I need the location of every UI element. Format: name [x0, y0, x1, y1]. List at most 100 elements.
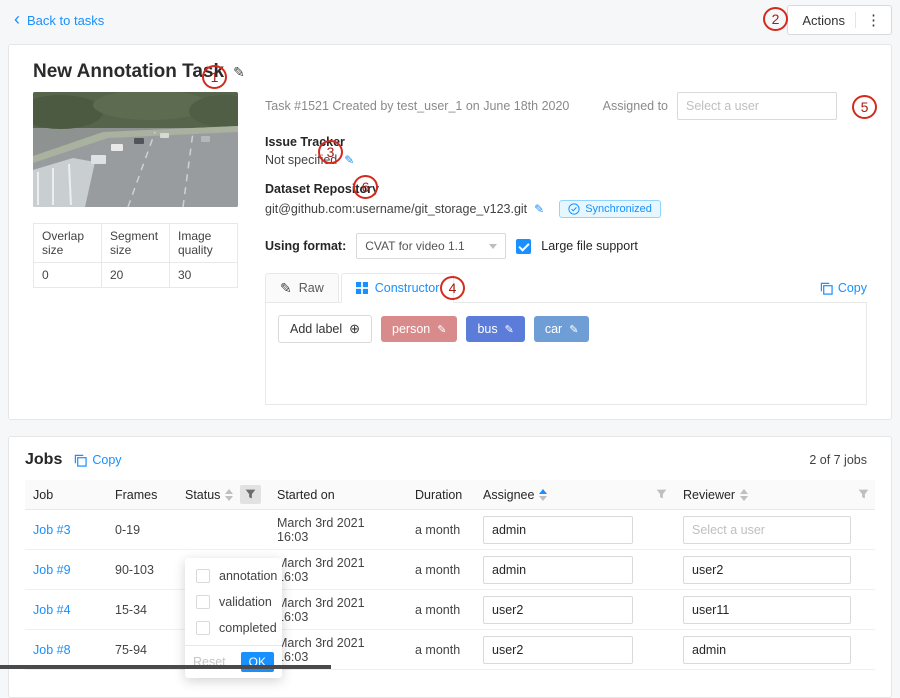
label-tag-car[interactable]: car ✎: [534, 316, 590, 342]
duration-cell: a month: [407, 603, 475, 617]
label-tag-person[interactable]: person ✎: [381, 316, 457, 342]
assignee-input[interactable]: [483, 596, 633, 624]
started-cell: March 3rd 2021 16:03: [269, 636, 407, 664]
param-header-overlap: Overlap size: [34, 224, 102, 263]
frames-cell: 0-19: [107, 523, 177, 537]
callout-2: 2: [763, 7, 788, 31]
filter-reviewer-icon[interactable]: [858, 489, 869, 500]
plus-circle-icon: ⊕: [349, 321, 360, 337]
assignee-input[interactable]: [483, 556, 633, 584]
frames-cell: 90-103: [107, 563, 177, 577]
filter-checkbox-annotation[interactable]: [196, 569, 210, 583]
task-assignee-select[interactable]: [677, 92, 837, 120]
jobs-card: Jobs Copy 2 of 7 jobs Job Frames Status …: [8, 436, 892, 698]
task-meta-text: Task #1521 Created by test_user_1 on Jun…: [265, 99, 569, 113]
format-select[interactable]: CVAT for video 1.1: [356, 233, 506, 259]
param-value-quality: 30: [170, 263, 238, 288]
labels-constructor-panel: Add label ⊕ person ✎ bus ✎ car ✎: [265, 303, 867, 405]
chevron-left-icon: ‹: [14, 10, 20, 28]
actions-label: Actions: [802, 13, 845, 28]
column-assignee: Assignee: [475, 488, 675, 502]
param-value-segment: 20: [102, 263, 170, 288]
copy-labels-link[interactable]: Copy: [820, 281, 867, 295]
filter-ok-button[interactable]: OK: [241, 652, 274, 672]
table-row: Job #4 15-34 March 3rd 2021 16:03 a mont…: [25, 590, 875, 630]
filter-status-icon[interactable]: [240, 485, 261, 504]
duration-cell: a month: [407, 563, 475, 577]
assignee-input[interactable]: [483, 516, 633, 544]
labels-tabs: ✎ Raw Constructor Copy: [265, 273, 867, 303]
copy-icon: [74, 454, 87, 467]
reviewer-input[interactable]: [683, 556, 851, 584]
large-file-checkbox[interactable]: [516, 239, 531, 254]
column-job: Job: [25, 488, 107, 502]
job-link[interactable]: Job #9: [33, 563, 71, 577]
column-duration: Duration: [407, 488, 475, 502]
task-preview-image: [33, 92, 238, 207]
dataset-repository-url: git@github.com:username/git_storage_v123…: [265, 202, 527, 216]
chevron-down-icon: [489, 244, 497, 249]
edit-label-bus-icon[interactable]: ✎: [505, 323, 514, 336]
job-link[interactable]: Job #4: [33, 603, 71, 617]
frames-cell: 75-94: [107, 643, 177, 657]
filter-checkbox-validation[interactable]: [196, 595, 210, 609]
task-details-card: New Annotation Task ✎: [8, 44, 892, 420]
status-filter-dropdown: annotation validation completed Reset OK: [185, 558, 282, 678]
tab-raw[interactable]: ✎ Raw: [265, 273, 339, 303]
more-vertical-icon[interactable]: ⋮: [866, 11, 881, 29]
jobs-table-header: Job Frames Status Started on Duration As…: [25, 480, 875, 510]
using-format-label: Using format:: [265, 239, 346, 253]
param-header-quality: Image quality: [170, 224, 238, 263]
reviewer-input[interactable]: [683, 636, 851, 664]
table-row: Job #3 0-19 March 3rd 2021 16:03 a month: [25, 510, 875, 550]
actions-button[interactable]: Actions ⋮: [787, 5, 892, 35]
column-status: Status: [177, 485, 269, 504]
started-cell: March 3rd 2021 16:03: [269, 516, 407, 544]
edit-repository-icon[interactable]: ✎: [534, 202, 544, 216]
frames-cell: 15-34: [107, 603, 177, 617]
callout-4: 4: [440, 276, 465, 300]
callout-6: 6: [353, 175, 378, 199]
label-tag-bus[interactable]: bus ✎: [466, 316, 524, 342]
assignee-input[interactable]: [483, 636, 633, 664]
copy-jobs-link[interactable]: Copy: [74, 453, 121, 467]
filter-option-validation[interactable]: validation: [185, 589, 282, 615]
horizontal-scrollbar-thumb[interactable]: [0, 665, 331, 669]
edit-title-icon[interactable]: ✎: [233, 64, 245, 81]
job-link[interactable]: Job #3: [33, 523, 71, 537]
callout-1: 1: [202, 65, 227, 89]
filter-checkbox-completed[interactable]: [196, 621, 210, 635]
callout-5: 5: [852, 95, 877, 119]
edit-label-person-icon[interactable]: ✎: [437, 323, 446, 336]
task-title: New Annotation Task: [33, 61, 224, 83]
job-link[interactable]: Job #8: [33, 643, 71, 657]
filter-assignee-icon[interactable]: [656, 489, 667, 500]
edit-issue-tracker-icon[interactable]: ✎: [344, 153, 354, 167]
issue-tracker-label: Issue Tracker: [265, 135, 867, 149]
column-frames: Frames: [107, 488, 177, 502]
edit-label-car-icon[interactable]: ✎: [569, 323, 578, 336]
copy-icon: [820, 282, 833, 295]
duration-cell: a month: [407, 643, 475, 657]
sort-status-icon[interactable]: [225, 489, 233, 501]
jobs-count: 2 of 7 jobs: [809, 453, 875, 467]
reviewer-input[interactable]: [683, 516, 851, 544]
param-value-overlap: 0: [34, 263, 102, 288]
filter-option-annotation[interactable]: annotation: [185, 563, 282, 589]
sync-status-badge: Synchronized: [559, 200, 661, 218]
filter-option-completed[interactable]: completed: [185, 615, 282, 641]
large-file-label: Large file support: [541, 239, 638, 253]
back-to-tasks-link[interactable]: ‹ Back to tasks: [14, 12, 104, 28]
assigned-to-label: Assigned to: [603, 99, 668, 113]
sort-assignee-icon[interactable]: [539, 489, 547, 501]
tab-constructor[interactable]: Constructor: [341, 273, 455, 303]
sync-check-icon: [568, 203, 580, 215]
reviewer-input[interactable]: [683, 596, 851, 624]
column-started-on: Started on: [269, 488, 407, 502]
button-divider: [855, 12, 856, 28]
back-to-tasks-label: Back to tasks: [27, 13, 104, 28]
sort-reviewer-icon[interactable]: [740, 489, 748, 501]
started-cell: March 3rd 2021 16:03: [269, 596, 407, 624]
add-label-button[interactable]: Add label ⊕: [278, 315, 372, 343]
column-reviewer: Reviewer: [675, 488, 877, 502]
